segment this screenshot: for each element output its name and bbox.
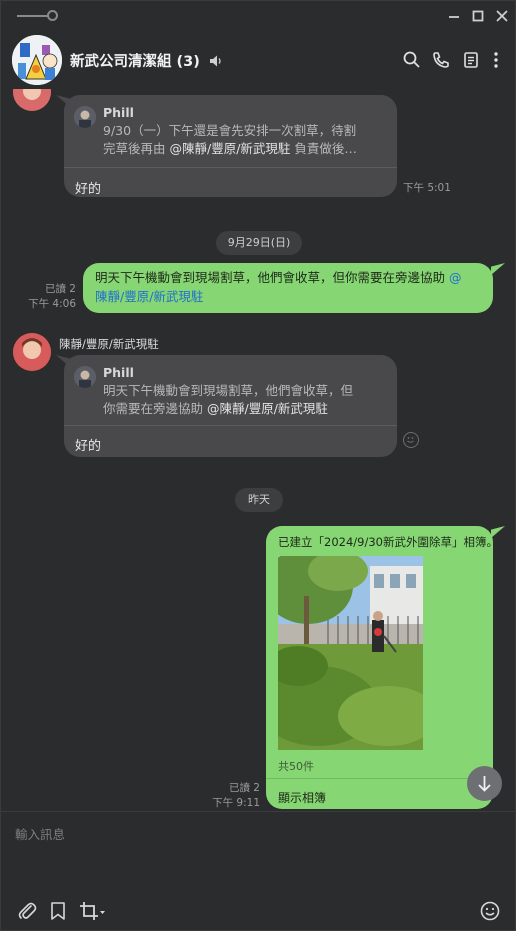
view-album-button[interactable]: 顯示相簿 [278,789,326,806]
quote-sender: Phill [103,365,134,380]
quote-sender: Phill [103,105,134,120]
phone-icon[interactable] [431,50,451,70]
quote-divider [64,425,397,426]
message-text: 好的 [75,182,102,197]
chat-title: 新武公司清潔組 (3) [70,50,223,72]
date-separator: 昨天 [235,488,283,512]
mention-link[interactable]: 陳靜/豐原/新武現駐 [95,287,203,306]
reaction-smiley-icon[interactable] [403,432,419,448]
composer [1,811,515,931]
chat-window: 新武公司清潔組 (3) Phill 9/30（一）下午還是會先安排一次割草，待割… [0,0,516,931]
quote-divider [64,167,397,168]
album-divider [266,778,493,779]
title-bar [1,1,515,31]
mention-at[interactable]: @ [449,270,462,285]
reply-message[interactable]: Phill 明天下午機動會到現場割草，他們會收草，但 你需要在旁邊協助 @陳靜/… [64,355,397,457]
reply-message[interactable]: Phill 9/30（一）下午還是會先安排一次割草，待割 完草後再由 @陳靜/豐… [64,95,397,197]
maximize-icon[interactable] [469,7,487,25]
date-separator: 9月29日(日) [216,231,302,255]
quote-line-2-prefix: 你需要在旁邊協助 [103,401,207,416]
message-time: 下午 5:01 [403,182,451,194]
quote-line-2-prefix: 完草後再由 [103,141,170,156]
opacity-slider-track[interactable] [17,15,49,17]
more-menu-icon[interactable] [486,50,506,70]
group-avatar[interactable] [12,35,62,85]
paperclip-icon[interactable] [16,900,38,922]
album-title: 已建立「2024/9/30新武外圍除草」相簿。 [278,535,498,549]
message-list[interactable]: Phill 9/30（一）下午還是會先安排一次割草，待割 完草後再由 @陳靜/豐… [1,89,515,811]
album-photo[interactable] [278,556,423,750]
quote-avatar [74,366,96,388]
quote-line-2-suffix: 負責做後… [290,141,357,156]
crop-icon[interactable] [78,900,108,922]
read-receipt: 已讀 2 [228,782,260,794]
smiley-icon[interactable] [479,900,501,922]
quote-line-2: 你需要在旁邊協助 @陳靜/豐原/新武現駐 [103,399,328,418]
message-input[interactable] [15,824,495,844]
message-line-1: 明天下午機動會到現場割草，他們會收草，但你需要在旁邊協助 @ [95,268,461,287]
quote-line-2: 完草後再由 @陳靜/豐原/新武現駐 負責做後… [103,139,357,158]
quote-mention: @陳靜/豐原/新武現駐 [206,401,328,416]
avatar[interactable] [13,89,51,111]
message-time: 下午 9:11 [212,797,260,809]
message-text: 好的 [75,439,102,454]
search-icon[interactable] [402,50,422,70]
quote-line-1: 明天下午機動會到現場割草，他們會收草，但 [103,383,354,398]
minimize-icon[interactable] [445,7,463,25]
quote-avatar [74,106,96,128]
message-time: 下午 4:06 [28,298,76,310]
outgoing-message[interactable]: 明天下午機動會到現場割草，他們會收草，但你需要在旁邊協助 @ 陳靜/豐原/新武現… [83,263,493,313]
speaker-icon[interactable] [209,54,223,72]
read-receipt: 已讀 2 [44,283,76,295]
quote-mention: @陳靜/豐原/新武現駐 [169,141,291,156]
quote-line-1: 9/30（一）下午還是會先安排一次割草，待割 [103,123,357,138]
notes-icon[interactable] [461,50,481,70]
message-line-1-text: 明天下午機動會到現場割草，他們會收草，但你需要在旁邊協助 [95,270,449,285]
bookmark-icon[interactable] [47,900,69,922]
sender-name: 陳靜/豐原/新武現駐 [59,337,159,351]
bubble-tail [491,263,505,275]
opacity-slider-knob[interactable] [47,10,58,21]
scroll-to-bottom-button[interactable] [467,766,502,801]
chat-title-text: 新武公司清潔組 (3) [70,54,200,70]
sender-avatar[interactable] [13,333,51,371]
close-icon[interactable] [493,7,511,25]
album-count: 共50件 [278,760,314,773]
chat-header: 新武公司清潔組 (3) [1,31,515,89]
